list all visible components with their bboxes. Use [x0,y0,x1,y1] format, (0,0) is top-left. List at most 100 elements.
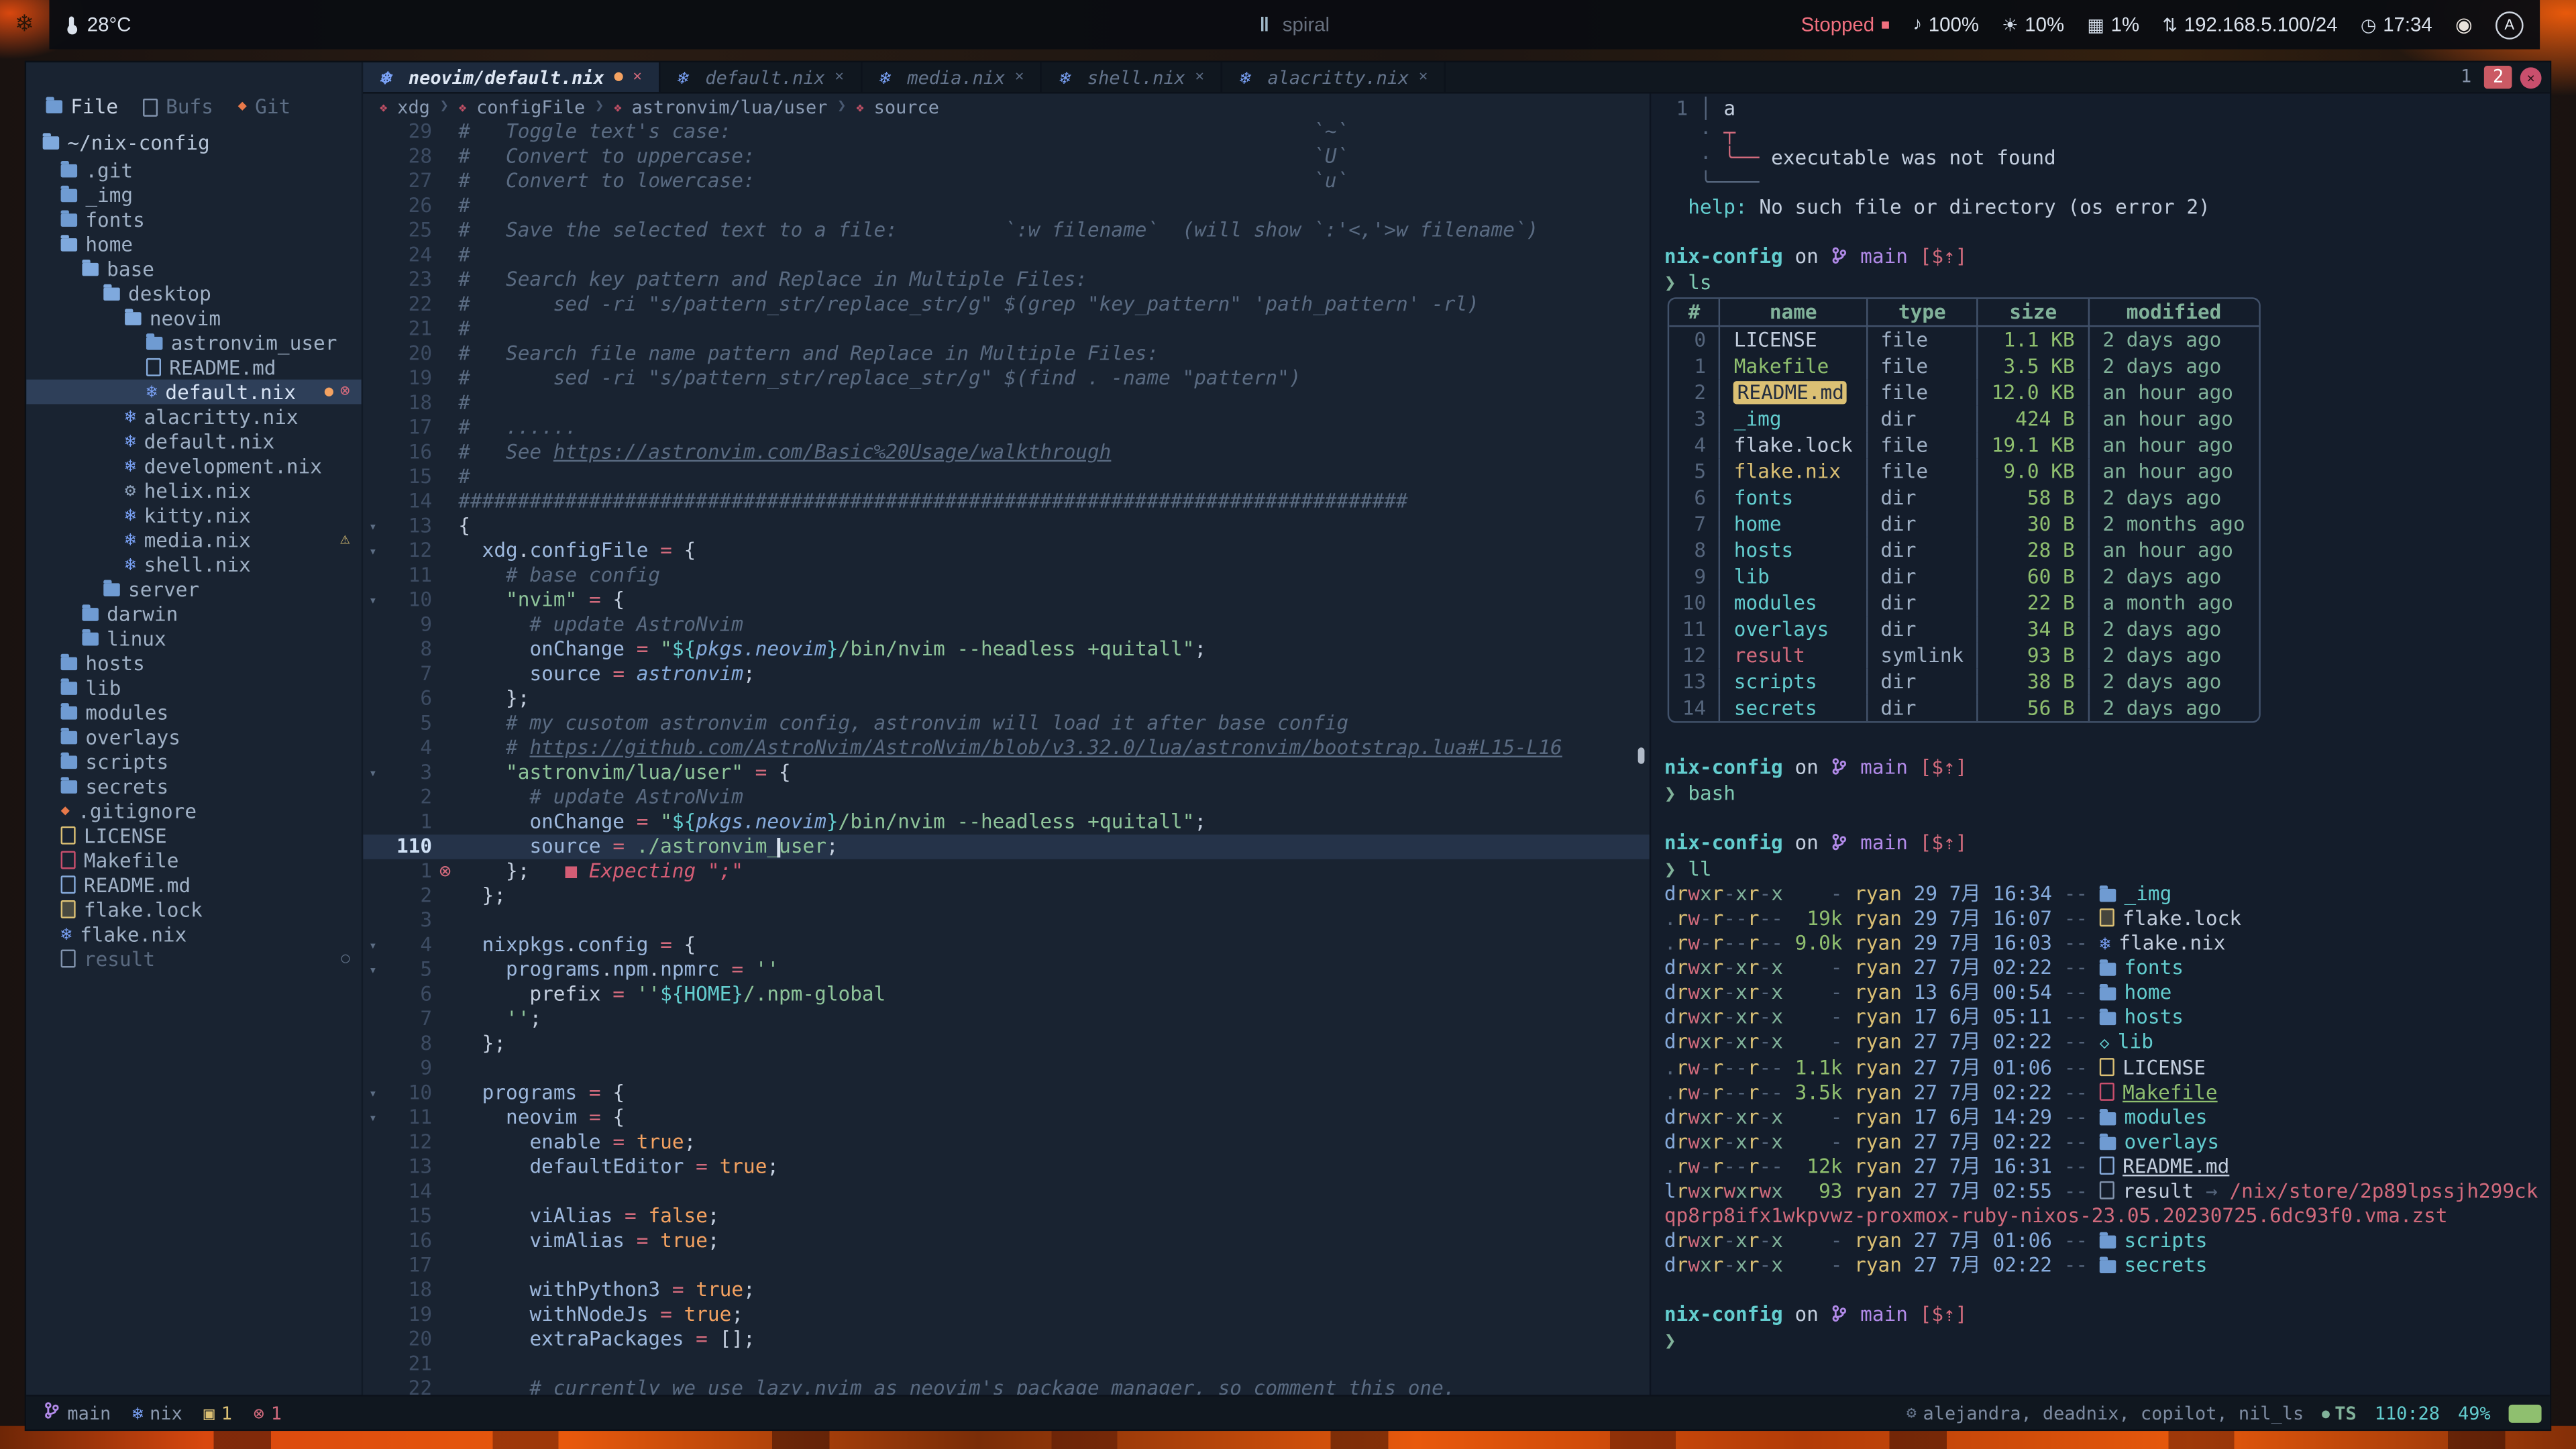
close-icon[interactable]: ✕ [2520,66,2542,88]
recorder-status[interactable]: Stopped ■ [1801,13,1890,36]
tree-item[interactable]: flake.lock [26,897,362,922]
editor[interactable]: ❖xdg❯❖configFile❯❖astronvim/lua/user❯❖so… [363,94,1650,1395]
code-line[interactable]: 17 # ...... [363,416,1650,441]
power-button[interactable]: ◉ [2455,13,2473,36]
tree-root[interactable]: ~/nix-config [26,127,362,158]
tree-item[interactable]: server [26,577,362,602]
code-line[interactable]: 27 # Convert to lowercase: `u` [363,169,1650,194]
tree-item[interactable]: result○ [26,947,362,971]
tab-close-icon[interactable]: ✕ [633,69,642,85]
code-line[interactable]: 7 ''; [363,1007,1650,1032]
code-line[interactable]: 20 extraPackages = []; [363,1328,1650,1352]
code-line[interactable]: 20 # Search file name pattern and Replac… [363,341,1650,366]
filetype-indicator[interactable]: ❄ nix [132,1402,182,1424]
code-line[interactable]: 19 withNodeJs = true; [363,1303,1650,1328]
code-line[interactable]: 6 }; [363,687,1650,712]
code-line[interactable]: 21 # [363,317,1650,342]
code-area[interactable]: 29 # Toggle text's case: `~`28 # Convert… [363,120,1650,1395]
tree-item[interactable]: ⚙helix.nix [26,478,362,503]
tree-item[interactable]: ❄media.nix⚠ [26,527,362,552]
code-line[interactable]: 1 onChange = "${pkgs.neovim}/bin/nvim --… [363,810,1650,835]
code-line[interactable]: 15 viAlias = false; [363,1204,1650,1229]
code-line[interactable]: 15 # [363,465,1650,490]
nixos-logo-icon[interactable]: ❄ [15,10,34,36]
tree-item[interactable]: ❄development.nix [26,453,362,478]
code-line[interactable]: 12 enable = true; [363,1130,1650,1155]
breadcrumb-item[interactable]: xdg [397,96,430,117]
tree-item[interactable]: Makefile [26,848,362,873]
git-branch-indicator[interactable]: main [43,1401,111,1424]
tree-item[interactable]: neovim [26,306,362,331]
tree-item[interactable]: base [26,256,362,281]
media-widget[interactable]: ‖ spiral [1260,13,1330,36]
code-line[interactable]: 5 # my cusotom astronvim config, astronv… [363,711,1650,736]
tree-item[interactable]: ❄default.nix●⊗ [26,380,362,405]
tree-item[interactable]: _img [26,182,362,207]
tree-item[interactable]: hosts [26,651,362,676]
editor-tab[interactable]: ❄alacritty.nix✕ [1222,62,1446,92]
code-line[interactable]: 22 # sed -ri "s/pattern_str/replace_str/… [363,292,1650,317]
tree-item[interactable]: lib [26,676,362,700]
code-line[interactable]: 29 # Toggle text's case: `~` [363,120,1650,145]
tree-item[interactable]: ❄alacritty.nix [26,404,362,429]
tab-page-2[interactable]: 2 [2485,66,2512,89]
tree-item[interactable]: ◆.gitignore [26,798,362,823]
breadcrumb-item[interactable]: configFile [476,96,585,117]
code-line[interactable]: ▾10 "nvim" = { [363,588,1650,613]
editor-tab[interactable]: ❄neovim/default.nix●✕ [363,62,660,92]
keyboard-layout-badge[interactable]: A [2496,11,2524,39]
code-line[interactable]: ▾10 programs = { [363,1081,1650,1106]
code-line[interactable]: 13 defaultEditor = true; [363,1155,1650,1180]
tree-item[interactable]: desktop [26,281,362,306]
sidebar-tab-git[interactable]: ◆Git [238,95,291,118]
tab-page-1[interactable]: 1 [2453,66,2480,89]
terminal-pane[interactable]: 1 │ a · ┬ · ╰── executable was not found… [1650,94,2550,1395]
sidebar-tab-file[interactable]: File [46,95,119,118]
tree-item[interactable]: ❄shell.nix [26,552,362,577]
breadcrumb-item[interactable]: astronvim/lua/user [631,96,827,117]
code-line[interactable]: ▾4 nixpkgs.config = { [363,933,1650,958]
tree-item[interactable]: ❄kitty.nix [26,502,362,527]
code-line[interactable]: 14 #####################################… [363,490,1650,515]
code-line[interactable]: 110 source = ./astronvim_user; [363,835,1650,859]
code-line[interactable]: ▾5 programs.npm.npmrc = '' [363,958,1650,983]
code-line[interactable]: ▾13 { [363,515,1650,539]
code-line[interactable]: 7 source = astronvim; [363,662,1650,687]
tree-item[interactable]: .git [26,158,362,182]
code-line[interactable]: 16 # See https://astronvim.com/Basic%20U… [363,440,1650,465]
tree-item[interactable]: darwin [26,601,362,626]
tree-item[interactable]: fonts [26,207,362,232]
breadcrumb-item[interactable]: source [874,96,939,117]
code-line[interactable]: 24 # [363,243,1650,268]
brightness-widget[interactable]: ☀ 10% [2002,13,2064,36]
code-line[interactable]: 28 # Convert to uppercase: `U` [363,145,1650,170]
code-line[interactable]: 26 # [363,194,1650,219]
tree-item[interactable]: ❄flake.nix [26,922,362,947]
temperature-widget[interactable]: 28°C [69,13,131,36]
tree-item[interactable]: README.md [26,355,362,380]
cpu-widget[interactable]: ▦ 1% [2087,13,2139,36]
code-line[interactable]: ▾11 neovim = { [363,1106,1650,1130]
code-line[interactable]: 4 # https://github.com/AstroNvim/AstroNv… [363,736,1650,761]
tree-item[interactable]: LICENSE [26,823,362,848]
tab-close-icon[interactable]: ✕ [1419,69,1428,85]
clock-widget[interactable]: ◷ 17:34 [2361,13,2432,36]
code-line[interactable]: 21 [363,1352,1650,1377]
code-line[interactable]: 3 [363,908,1650,933]
tree-item[interactable]: secrets [26,773,362,798]
tree-item[interactable]: home [26,231,362,256]
tree-item[interactable]: README.md [26,872,362,897]
code-line[interactable]: 2 # update AstroNvim [363,786,1650,810]
code-line[interactable]: 14 [363,1179,1650,1204]
code-line[interactable]: 25 # Save the selected text to a file: `… [363,219,1650,244]
editor-tab[interactable]: ❄shell.nix✕ [1042,62,1222,92]
code-line[interactable]: 22 # currently we use lazy.nvim as neovi… [363,1377,1650,1395]
code-line[interactable]: 11 # base config [363,564,1650,588]
diagnostic-warning-count[interactable]: ▣ 1 [204,1402,232,1424]
code-line[interactable]: 2 }; [363,884,1650,909]
network-widget[interactable]: ⇅ 192.168.5.100/24 [2162,13,2337,36]
code-line[interactable]: 6 prefix = ''${HOME}/.npm-global [363,982,1650,1007]
sidebar-tab-bufs[interactable]: Bufs [143,95,213,118]
code-line[interactable]: ▾12 xdg.configFile = { [363,539,1650,564]
tree-item[interactable]: overlays [26,724,362,749]
